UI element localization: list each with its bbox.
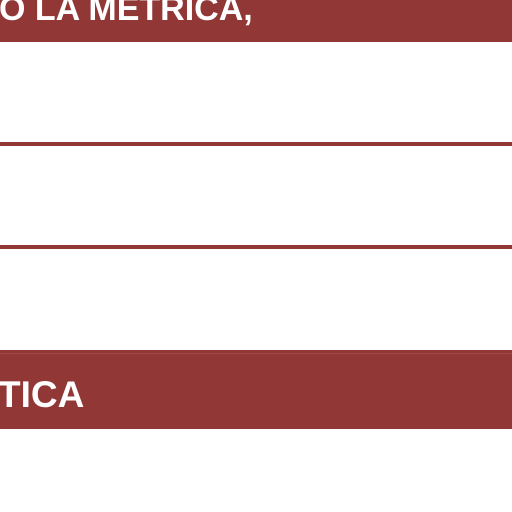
row-divider-2 xyxy=(0,245,512,249)
bottom-section-banner: TICA xyxy=(0,350,512,429)
top-section-banner: O LA METRICA, xyxy=(0,0,512,42)
top-banner-heading: O LA METRICA, xyxy=(0,0,253,28)
bottom-banner-heading: TICA xyxy=(0,374,85,415)
row-divider-1 xyxy=(0,142,512,146)
banner-seam-line xyxy=(0,353,512,354)
document-page: O LA METRICA, TICA xyxy=(0,0,512,512)
